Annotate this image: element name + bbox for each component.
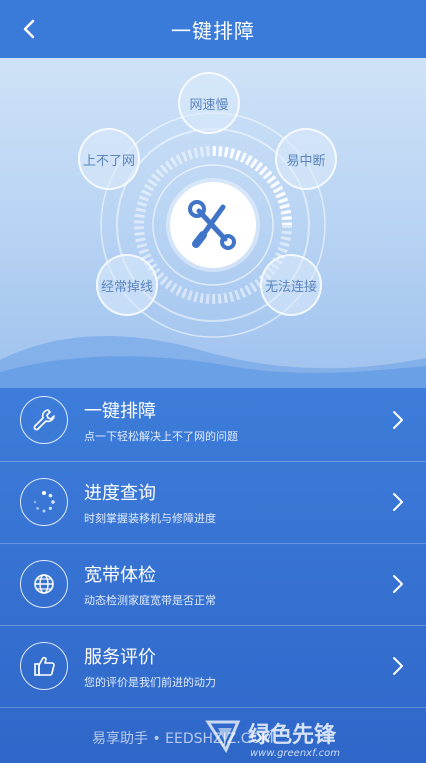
menu-item-title: 一键排障 bbox=[84, 401, 156, 422]
menu-item-subtitle: 点一下轻松解决上不了网的问题 bbox=[84, 430, 238, 443]
logo-url: www.greenxf.com bbox=[250, 748, 340, 759]
feature-menu: 一键排障 点一下轻松解决上不了网的问题 进度查询 时刻掌握装移机与修障进度 宽带… bbox=[0, 380, 426, 708]
header-bar: 一键排障 bbox=[0, 0, 426, 58]
menu-item-title: 宽带体检 bbox=[84, 565, 156, 586]
menu-item-subtitle: 您的评价是我们前进的动力 bbox=[84, 676, 216, 689]
menu-item-broadband-check[interactable]: 宽带体检 动态检测家庭宽带是否正常 bbox=[0, 544, 426, 626]
chevron-left-icon bbox=[23, 19, 35, 39]
menu-item-title: 服务评价 bbox=[84, 647, 156, 668]
bubble-cannot-connect[interactable]: 无法连接 bbox=[260, 254, 322, 316]
menu-item-service-rating[interactable]: 服务评价 您的评价是我们前进的动力 bbox=[0, 626, 426, 708]
chevron-right-icon bbox=[393, 411, 403, 429]
chevron-right-icon bbox=[393, 493, 403, 511]
menu-item-title: 进度查询 bbox=[84, 483, 156, 504]
globe-icon bbox=[20, 560, 68, 608]
chevron-right-icon bbox=[393, 575, 403, 593]
menu-item-progress[interactable]: 进度查询 时刻掌握装移机与修障进度 bbox=[0, 462, 426, 544]
tools-icon bbox=[188, 200, 236, 250]
menu-item-diagnose[interactable]: 一键排障 点一下轻松解决上不了网的问题 bbox=[0, 380, 426, 462]
bubble-frequent-drops[interactable]: 经常掉线 bbox=[96, 254, 158, 316]
bubble-slow-network[interactable]: 网速慢 bbox=[178, 72, 240, 134]
menu-item-subtitle: 时刻掌握装移机与修障进度 bbox=[84, 512, 216, 525]
page-title: 一键排障 bbox=[171, 18, 255, 43]
bubble-no-internet[interactable]: 上不了网 bbox=[78, 128, 140, 190]
back-button[interactable] bbox=[14, 14, 44, 44]
diagnosis-hero: 网速慢 易中断 无法连接 经常掉线 上不了网 bbox=[0, 58, 426, 388]
menu-item-subtitle: 动态检测家庭宽带是否正常 bbox=[84, 594, 216, 607]
one-click-diagnose-button[interactable] bbox=[170, 182, 256, 268]
wrench-icon bbox=[20, 396, 68, 444]
thumbs-up-icon bbox=[20, 642, 68, 690]
chevron-right-icon bbox=[393, 657, 403, 675]
loading-icon bbox=[20, 478, 68, 526]
logo-text: 绿色先锋 bbox=[248, 722, 337, 748]
site-logo: 绿色先锋 www.greenxf.com bbox=[205, 720, 340, 759]
bubble-disconnects-easily[interactable]: 易中断 bbox=[275, 128, 337, 190]
hero-wave bbox=[0, 336, 426, 388]
